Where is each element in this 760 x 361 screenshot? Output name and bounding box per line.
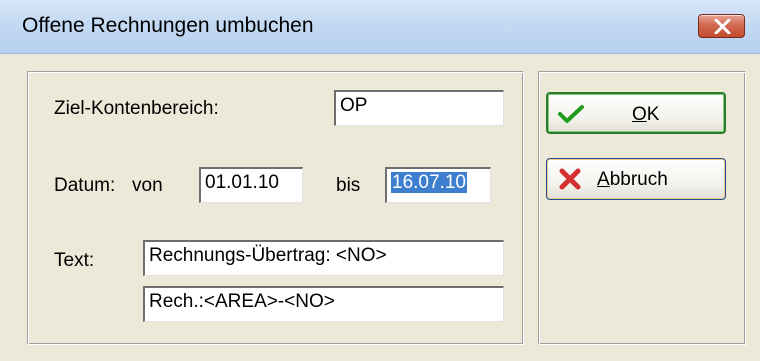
text-line1-input[interactable]: Rechnungs-Übertrag: <NO> (143, 240, 504, 276)
cancel-button[interactable]: Abbruch (546, 158, 726, 200)
text-line1-value: Rechnungs-Übertrag: <NO> (149, 245, 387, 266)
ziel-kontenbereich-value: OP (340, 95, 368, 116)
datum-bis-label: bis (336, 175, 361, 196)
red-x-icon (559, 168, 581, 190)
close-button[interactable] (698, 14, 745, 38)
ziel-kontenbereich-label: Ziel-Kontenbereich: (54, 98, 219, 119)
close-x-icon (714, 19, 731, 34)
text-line2-input[interactable]: Rech.:<AREA>-<NO> (143, 286, 504, 322)
datum-von-label: von (132, 175, 163, 196)
datum-bis-value: 16.07.10 (391, 172, 467, 193)
window-title: Offene Rechnungen umbuchen (22, 14, 314, 37)
datum-bis-input[interactable]: 16.07.10 (385, 167, 491, 203)
datum-von-input[interactable]: 01.01.10 (199, 167, 303, 203)
datum-label: Datum: (54, 175, 116, 196)
datum-von-value: 01.01.10 (205, 172, 279, 193)
dialog-window: Offene Rechnungen umbuchen Ziel-Kontenbe… (0, 0, 760, 361)
text-label: Text: (54, 250, 95, 271)
ok-button-label: OK (632, 104, 660, 125)
ok-button[interactable]: OK (546, 92, 726, 134)
text-line2-value: Rech.:<AREA>-<NO> (149, 291, 335, 312)
cancel-button-label: Abbruch (597, 169, 668, 190)
dialog-content: Ziel-Kontenbereich: OP Datum: von 01.01.… (8, 54, 758, 359)
title-bar[interactable]: Offene Rechnungen umbuchen (0, 0, 760, 54)
checkmark-icon (558, 105, 584, 123)
ziel-kontenbereich-input[interactable]: OP (334, 90, 504, 126)
